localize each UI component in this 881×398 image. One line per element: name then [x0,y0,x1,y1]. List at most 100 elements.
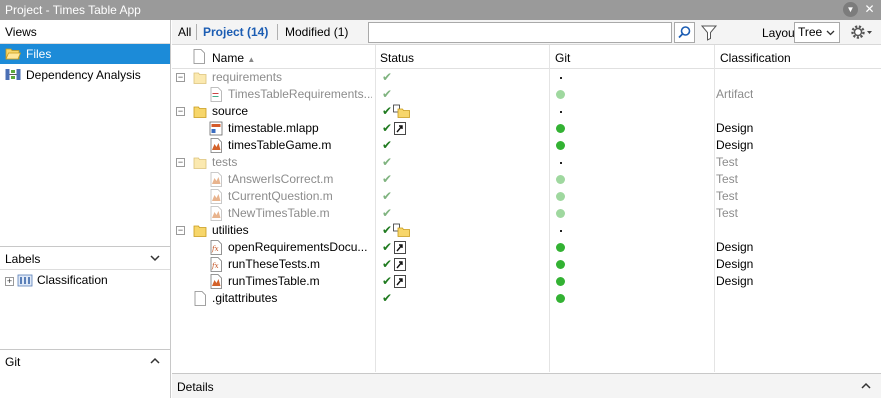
column-header-classification[interactable]: Classification [720,51,791,65]
file-name: tNewTimesTable.m [228,206,330,220]
tab-modified[interactable]: Modified (1) [285,25,348,39]
status-check-icon: ✔ [382,155,393,169]
table-row[interactable]: tAnswerIsCorrect.m ✔ Test [172,171,881,188]
column-header-git[interactable]: Git [555,51,570,65]
file-name: runTimesTable.m [228,274,320,288]
sort-ascending-icon: ▲ [247,55,256,64]
table-row[interactable]: runTimesTable.m ✔ Design [172,273,881,290]
collapse-icon[interactable]: − [176,226,185,235]
file-name: tAnswerIsCorrect.m [228,172,334,186]
collapse-icon[interactable]: − [176,73,185,82]
column-header-name[interactable]: Name ▲ [212,51,255,65]
column-header-status[interactable]: Status [380,51,414,65]
git-status-icon [556,90,565,99]
tab-separator [196,24,197,40]
git-status-icon [560,111,562,113]
table-row[interactable]: − requirements ✔ [172,69,881,86]
table-row[interactable]: fx runTheseTests.m ✔ Design [172,256,881,273]
table-row[interactable]: timesTableGame.m ✔ Design [172,137,881,154]
labels-header-label: Labels [5,252,41,266]
labels-item-classification[interactable]: + Classification [5,273,108,291]
chevron-up-icon[interactable] [148,354,162,368]
table-row[interactable]: − tests ✔ Test [172,154,881,171]
file-name: tCurrentQuestion.m [228,189,333,203]
table-row[interactable]: .gitattributes ✔ [172,290,881,307]
file-name: utilities [212,223,249,237]
status-check-icon: ✔ [382,172,393,186]
git-status-icon [556,277,565,286]
views-item-dependency-analysis-label: Dependency Analysis [26,68,141,82]
column-header-name-label: Name [212,51,245,65]
chevron-down-icon [826,30,835,36]
status-check-icon: ✔ [382,70,393,84]
svg-text:fx: fx [211,262,219,270]
expand-icon[interactable]: + [5,277,14,286]
status-check-icon: ✔ [382,138,393,152]
table-row[interactable]: fx openRequirementsDocu... ✔ Design [172,239,881,256]
tab-all[interactable]: All [178,25,191,39]
table-row[interactable]: tCurrentQuestion.m ✔ Test [172,188,881,205]
chevron-up-icon[interactable] [859,379,873,393]
status-check-icon: ✔ [382,240,407,254]
details-label: Details [177,380,214,394]
classification-cell: Test [716,189,739,203]
views-item-dependency-analysis[interactable]: Dependency Analysis [0,65,170,85]
svg-text:fx: fx [211,245,219,253]
m-file-icon [209,206,223,221]
search-button[interactable] [674,22,695,43]
filter-icon[interactable] [700,23,718,42]
views-header-label: Views [5,25,37,39]
file-name: timesTableGame.m [228,138,332,152]
git-status-icon [556,209,565,218]
file-name: requirements [212,70,283,84]
classification-cell: Design [716,274,754,288]
tab-project[interactable]: Project (14) [203,25,268,39]
tab-separator [277,24,278,40]
gear-icon[interactable] [848,22,874,42]
file-name: tests [212,155,238,169]
classification-cell: Design [716,138,754,152]
labels-header[interactable]: Labels [0,246,170,270]
status-check-icon: ✔ [382,274,407,288]
status-check-icon: ✔ [382,223,410,237]
function-file-icon: fx [209,240,223,255]
label-category-icon [17,274,33,287]
search-icon [678,26,691,39]
layout-select-value: Tree [798,25,823,39]
labels-item-classification-label: Classification [37,273,108,287]
table-row[interactable]: − source ✔ [172,103,881,120]
table-row[interactable]: timestable.mlapp ✔ Design [172,120,881,137]
table-row[interactable]: − utilities ✔ [172,222,881,239]
views-item-files[interactable]: Files [0,44,170,64]
details-bar[interactable]: Details [172,373,881,398]
folder-icon [193,104,207,119]
file-name: runTheseTests.m [228,257,321,271]
classification-cell: Design [716,121,754,135]
layout-select[interactable]: Tree [794,22,840,43]
left-pane: Views Files Dependency Analysis Labels +… [0,20,171,398]
git-status-icon [556,260,565,269]
window-title-bar: Project - Times Table App ▼ ✕ [0,0,881,20]
m-file-icon [209,172,223,187]
table-row[interactable]: TimesTableRequirements.... ✔ Artifact [172,86,881,103]
git-status-icon [556,175,565,184]
search-input[interactable] [368,22,672,43]
collapse-icon[interactable]: − [176,107,185,116]
status-check-icon: ✔ [382,189,393,203]
collapse-icon[interactable]: − [176,158,185,167]
git-status-icon [556,124,565,133]
status-check-icon: ✔ [382,291,393,305]
git-status-icon [560,230,562,232]
close-icon[interactable]: ✕ [862,2,877,17]
chevron-down-icon[interactable] [148,251,162,265]
git-status-icon [560,77,562,79]
window-menu-icon[interactable]: ▼ [843,2,858,17]
git-status-icon [556,294,565,303]
table-row[interactable]: tNewTimesTable.m ✔ Test [172,205,881,222]
file-name: source [212,104,249,118]
git-status-icon [556,192,565,201]
m-file-icon [209,138,223,153]
git-header[interactable]: Git [0,349,170,373]
git-status-icon [556,141,565,150]
classification-cell: Test [716,206,739,220]
